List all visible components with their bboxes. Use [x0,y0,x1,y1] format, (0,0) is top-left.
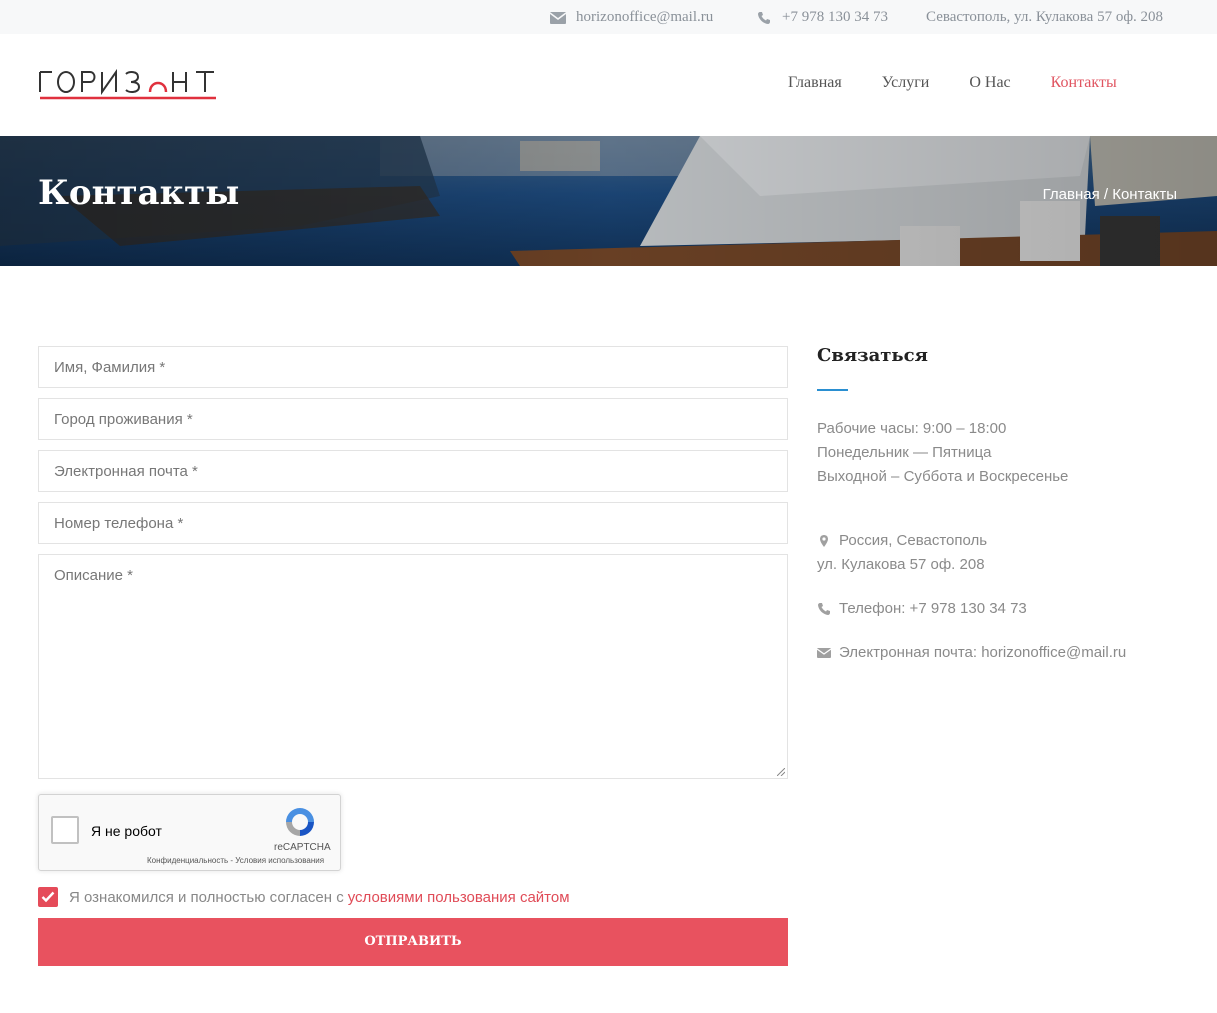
topbar-address-text: Севастополь, ул. Кулакова 57 оф. 208 [926,9,1164,25]
heading-divider [817,389,848,391]
map-marker-icon [820,534,828,547]
description-textarea[interactable]: Описание * [38,554,788,779]
nav-item-about[interactable]: О Нас [969,74,1010,92]
address-line1: Россия, Севастополь [839,532,988,549]
sidebar-phone[interactable]: Телефон: +7 978 130 34 73 [839,600,1027,617]
breadcrumb[interactable]: Главная / Контакты [1043,186,1177,203]
envelope-icon [550,11,566,24]
address-line2: ул. Кулакова 57 оф. 208 [817,556,985,573]
recaptcha-brand: reCAPTCHA [274,842,331,853]
topbar-phone-text: +7 978 130 34 73 [782,9,888,25]
horizont-logo[interactable] [38,68,218,104]
envelope-icon [817,647,831,658]
weekend-days: Выходной – Суббота и Воскресенье [817,468,1069,485]
page-title: Контакты [38,173,240,213]
nav-item-home[interactable]: Главная [788,74,842,92]
nav-item-services[interactable]: Услуги [882,74,930,92]
email-field[interactable]: Электронная почта * [38,450,788,492]
page-banner: Контакты Главная / Контакты [0,136,1217,266]
working-days: Понедельник — Пятница [817,444,992,461]
recaptcha-links[interactable]: Конфиденциальность - Условия использован… [147,856,324,865]
email-row: Электронная почта: horizonoffice@mail.ru [817,644,1126,661]
resize-handle-icon[interactable] [777,768,785,776]
contact-heading: Связаться [817,345,928,366]
terms-agreement: Я ознакомился и полностью согласен с усл… [38,887,570,907]
terms-link[interactable]: условиями пользования сайтом [348,889,570,906]
nav-item-contacts[interactable]: Контакты [1051,74,1117,92]
address-row: Россия, Севастополь [817,532,987,549]
phone-row: Телефон: +7 978 130 34 73 [817,600,1027,617]
top-bar: horizonoffice@mail.ru +7 978 130 34 73 С… [0,0,1217,34]
description-placeholder: Описание * [54,567,134,584]
phone-field[interactable]: Номер телефона * [38,502,788,544]
recaptcha-checkbox[interactable] [51,816,79,844]
working-hours: Рабочие часы: 9:00 – 18:00 [817,420,1007,437]
city-field[interactable]: Город проживания * [38,398,788,440]
main-nav: Главная Услуги О Нас Контакты [788,74,1157,92]
recaptcha-logo-icon [286,808,314,836]
phone-icon [818,602,830,615]
recaptcha-label: Я не робот [91,823,162,839]
submit-button[interactable]: ОТПРАВИТЬ [38,918,788,966]
terms-checkbox[interactable] [38,887,58,907]
recaptcha-widget: Я не робот reCAPTCHA Конфиденциальность … [38,794,341,871]
terms-text: Я ознакомился и полностью согласен с [69,888,344,906]
phone-icon [758,11,770,24]
site-header: Главная Услуги О Нас Контакты [0,34,1217,136]
topbar-email-text: horizonoffice@mail.ru [576,9,714,25]
checkmark-icon [41,891,55,903]
sidebar-email[interactable]: Электронная почта: horizonoffice@mail.ru [839,644,1126,661]
topbar-phone[interactable]: +7 978 130 34 73 [756,9,888,26]
topbar-address: Севастополь, ул. Кулакова 57 оф. 208 [926,9,1163,26]
name-field[interactable]: Имя, Фамилия * [38,346,788,388]
topbar-email[interactable]: horizonoffice@mail.ru [550,9,713,26]
